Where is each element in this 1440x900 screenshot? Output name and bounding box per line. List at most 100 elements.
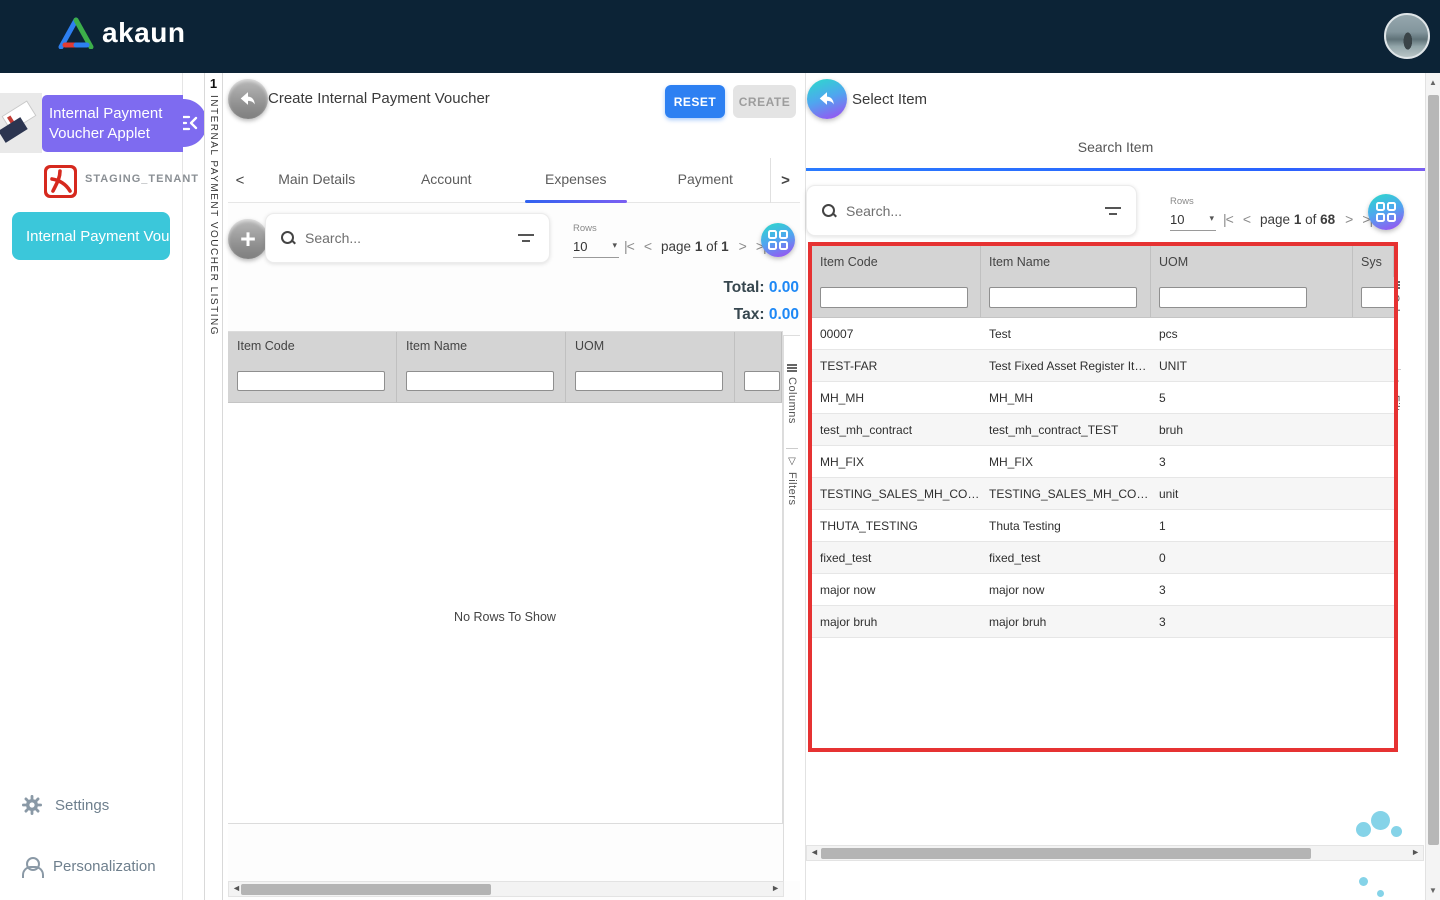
cell-item-code: TEST-FAR bbox=[812, 359, 981, 373]
item-code-filter-input[interactable] bbox=[237, 371, 385, 391]
scroll-right-icon[interactable]: ► bbox=[771, 883, 780, 893]
columns-toggle-label: Columns bbox=[786, 377, 798, 424]
uom-filter-input[interactable] bbox=[575, 371, 723, 391]
tab-expenses[interactable]: Expenses bbox=[511, 158, 641, 203]
table-row[interactable]: major bruhmajor bruh3 bbox=[812, 606, 1394, 638]
prev-page-icon[interactable]: < bbox=[644, 238, 651, 254]
scroll-left-icon[interactable]: ◄ bbox=[232, 883, 241, 893]
table-row[interactable]: fixed_testfixed_test0 bbox=[812, 542, 1394, 574]
scroll-up-icon[interactable]: ▲ bbox=[1426, 78, 1440, 87]
table-row[interactable]: TESTING_SALES_MH_CONTRACTTESTING_SALES_M… bbox=[812, 478, 1394, 510]
plus-icon: + bbox=[240, 224, 256, 255]
filters-toggle[interactable]: ▽ Filters bbox=[784, 456, 800, 505]
cell-uom: 3 bbox=[1151, 455, 1353, 469]
search-item-tab[interactable]: Search Item bbox=[806, 139, 1425, 155]
first-page-icon[interactable]: |< bbox=[624, 238, 634, 254]
table-row[interactable]: THUTA_TESTINGThuta Testing1 bbox=[812, 510, 1394, 542]
tab-payment[interactable]: Payment bbox=[641, 158, 771, 203]
item-code-filter-input[interactable] bbox=[820, 287, 968, 308]
cell-uom: 0 bbox=[1151, 551, 1353, 565]
column-header-item-code[interactable]: Item Code bbox=[228, 332, 397, 360]
item-name-filter-input[interactable] bbox=[406, 371, 554, 391]
page-vertical-scrollbar[interactable]: ▲ ▼ bbox=[1425, 73, 1440, 900]
column-header-extra bbox=[735, 332, 782, 360]
extra-filter-input[interactable] bbox=[744, 371, 780, 391]
grid-view-button[interactable] bbox=[1368, 194, 1404, 230]
left-hscroll-thumb[interactable] bbox=[241, 884, 491, 895]
tab-account[interactable]: Account bbox=[382, 158, 512, 203]
table-row[interactable]: MH_MHMH_MH5 bbox=[812, 382, 1394, 414]
select-item-title: Select Item bbox=[852, 91, 927, 108]
right-horizontal-scrollbar[interactable]: ◄ ► bbox=[806, 845, 1424, 861]
left-sidebar: Internal Payment Voucher Applet STAGING_… bbox=[0, 73, 183, 900]
tenant-name: STAGING_TENANT bbox=[85, 173, 199, 185]
filter-icon[interactable] bbox=[518, 232, 535, 244]
reset-button[interactable]: RESET bbox=[665, 85, 725, 118]
tabs-scroll-left-icon[interactable]: < bbox=[228, 172, 252, 189]
cell-uom: UNIT bbox=[1151, 359, 1353, 373]
items-table-body: 00007TestpcsTEST-FARTest Fixed Asset Reg… bbox=[812, 318, 1394, 638]
settings-button[interactable]: Settings bbox=[22, 795, 109, 815]
column-header-sys[interactable]: Sys bbox=[1353, 246, 1394, 277]
expenses-table: Item Code Item Name UOM No Rows To Show bbox=[228, 331, 783, 824]
search-icon bbox=[821, 203, 837, 219]
column-header-item-code[interactable]: Item Code bbox=[812, 246, 981, 277]
column-header-uom[interactable]: UOM bbox=[566, 332, 735, 360]
add-expense-line-button[interactable]: + bbox=[228, 219, 268, 259]
first-page-icon[interactable]: |< bbox=[1223, 211, 1233, 227]
item-search-input[interactable] bbox=[846, 203, 1096, 219]
cell-item-code: major bruh bbox=[812, 615, 981, 629]
next-page-icon[interactable]: > bbox=[739, 238, 746, 254]
cell-item-code: major now bbox=[812, 583, 981, 597]
table-row[interactable]: test_mh_contracttest_mh_contract_TESTbru… bbox=[812, 414, 1394, 446]
filter-icon[interactable] bbox=[1105, 205, 1122, 217]
table-row[interactable]: major nowmajor now3 bbox=[812, 574, 1394, 606]
filters-icon: ▽ bbox=[788, 456, 796, 467]
rows-per-page-select[interactable]: 10 ▾ bbox=[573, 239, 619, 258]
grid-view-button[interactable] bbox=[761, 223, 795, 257]
scroll-left-icon[interactable]: ◄ bbox=[810, 847, 819, 857]
next-page-icon[interactable]: > bbox=[1345, 211, 1352, 227]
select-item-back-button[interactable] bbox=[807, 79, 847, 119]
columns-toggle[interactable]: Columns bbox=[784, 364, 800, 424]
expenses-search-input[interactable] bbox=[305, 230, 509, 246]
left-horizontal-scrollbar[interactable]: ◄ ► bbox=[228, 881, 784, 897]
tab-main-details[interactable]: Main Details bbox=[252, 158, 382, 203]
decor-bubble bbox=[1356, 822, 1371, 837]
column-header-item-name[interactable]: Item Name bbox=[981, 246, 1151, 277]
scroll-right-icon[interactable]: ► bbox=[1411, 847, 1420, 857]
create-button[interactable]: CREATE bbox=[733, 85, 796, 118]
table-row[interactable]: TEST-FARTest Fixed Asset Register Item C… bbox=[812, 350, 1394, 382]
user-avatar[interactable] bbox=[1384, 13, 1430, 59]
back-arrow-icon bbox=[238, 89, 258, 109]
personalization-button[interactable]: Personalization bbox=[22, 857, 156, 875]
column-header-uom[interactable]: UOM bbox=[1151, 246, 1353, 277]
cell-uom: unit bbox=[1151, 487, 1353, 501]
vscroll-thumb[interactable] bbox=[1428, 95, 1439, 845]
column-header-item-name[interactable]: Item Name bbox=[397, 332, 566, 360]
uom-filter-input[interactable] bbox=[1159, 287, 1307, 308]
item-name-filter-input[interactable] bbox=[989, 287, 1137, 308]
back-button[interactable] bbox=[228, 79, 268, 119]
rows-per-page-select[interactable]: 10 ▾ bbox=[1170, 212, 1216, 231]
rows-value: 10 bbox=[573, 239, 587, 254]
right-hscroll-thumb[interactable] bbox=[821, 848, 1311, 859]
cell-uom: pcs bbox=[1151, 327, 1353, 341]
brand-logo[interactable]: akaun bbox=[58, 17, 185, 49]
table-row[interactable]: 00007Testpcs bbox=[812, 318, 1394, 350]
tab-bar: < Main Details Account Expenses Payment … bbox=[228, 158, 800, 203]
tenant-row[interactable]: STAGING_TENANT bbox=[0, 163, 183, 207]
cell-item-name: Test Fixed Asset Register Item C... bbox=[981, 359, 1151, 373]
internal-payment-voucher-button[interactable]: Internal Payment Vouc bbox=[12, 212, 170, 260]
listing-strip[interactable]: 1 INTERNAL PAYMENT VOUCHER LISTING bbox=[204, 73, 223, 900]
decor-bubble bbox=[1359, 877, 1368, 886]
table-row[interactable]: MH_FIXMH_FIX3 bbox=[812, 446, 1394, 478]
applet-badge[interactable]: Internal Payment Voucher Applet bbox=[42, 95, 183, 152]
sys-filter-input[interactable] bbox=[1361, 287, 1394, 308]
person-icon bbox=[22, 857, 40, 875]
cell-item-code: fixed_test bbox=[812, 551, 981, 565]
scroll-down-icon[interactable]: ▼ bbox=[1426, 886, 1440, 895]
prev-page-icon[interactable]: < bbox=[1243, 211, 1250, 227]
grid-icon bbox=[1376, 202, 1396, 222]
tabs-scroll-right-icon[interactable]: > bbox=[770, 158, 800, 203]
